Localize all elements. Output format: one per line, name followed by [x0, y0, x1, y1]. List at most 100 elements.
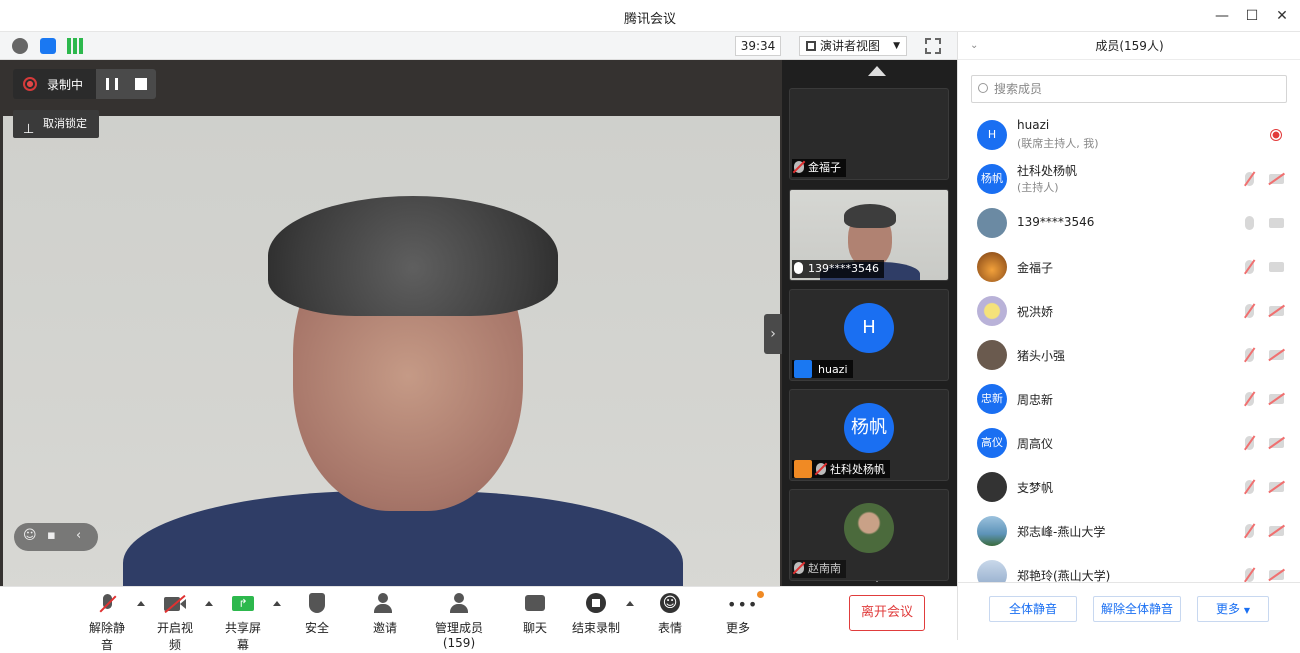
layout-icon — [806, 41, 816, 51]
mic-off-icon[interactable] — [1245, 568, 1254, 582]
share-options-caret[interactable] — [273, 601, 281, 606]
collapse-left-icon[interactable]: ‹ — [76, 528, 81, 543]
member-row[interactable]: 郑艳玲(燕山大学) — [958, 553, 1300, 582]
camera-icon[interactable] — [1269, 218, 1284, 228]
member-row[interactable]: 祝洪娇 — [958, 289, 1300, 333]
tile-label: 金福子 — [792, 159, 846, 177]
camera-off-icon[interactable] — [1269, 482, 1284, 492]
end-recording-label: 结束录制 — [572, 621, 621, 635]
avatar — [977, 208, 1007, 238]
panel-more-button[interactable]: 更多 ▼ — [1197, 596, 1269, 622]
unmute-button[interactable]: 解除静音 — [84, 593, 130, 653]
members-panel-footer: 全体静音 解除全体静音 更多 ▼ — [958, 582, 1300, 640]
member-name: 周忠新 — [1017, 393, 1054, 407]
reactions-button[interactable]: ☺ 表情 — [653, 593, 687, 636]
unpin-button[interactable]: ⊥ 取消锁定 — [13, 110, 99, 138]
signal-icon[interactable] — [67, 38, 83, 54]
mute-all-button[interactable]: 全体静音 — [989, 596, 1077, 622]
camera-off-icon[interactable] — [1269, 394, 1284, 404]
camera-off-icon[interactable] — [1269, 438, 1284, 448]
invite-button[interactable]: 邀请 — [368, 593, 402, 636]
chat-button[interactable]: 聊天 — [518, 593, 552, 636]
member-row[interactable]: 139****3546 — [958, 201, 1300, 245]
collapse-rail-button[interactable]: › — [764, 314, 782, 354]
member-row[interactable]: 郑志峰-燕山大学 — [958, 509, 1300, 553]
member-row[interactable]: 高仪 周高仪 — [958, 421, 1300, 465]
bottom-toolbar: 解除静音 开启视频 ↱ 共享屏幕 安全 邀请 管理成员(159) 聊天 结束录制… — [0, 586, 957, 652]
minimize-button[interactable]: — — [1211, 6, 1233, 26]
mic-off-icon[interactable] — [1245, 348, 1254, 362]
member-row[interactable]: 支梦帆 — [958, 465, 1300, 509]
member-row[interactable]: 金福子 — [958, 245, 1300, 289]
tile-name: 139****3546 — [808, 262, 879, 275]
manage-members-button[interactable]: 管理成员(159) — [420, 593, 498, 650]
info-icon[interactable] — [12, 38, 28, 54]
manage-members-label: 管理成员(159) — [434, 621, 483, 650]
caret-down-icon: ▼ — [1243, 606, 1250, 615]
participant-tile[interactable]: 赵南南 — [789, 489, 949, 581]
search-placeholder: 搜索成员 — [994, 82, 1043, 96]
chat-bubble-icon[interactable]: ▪ — [47, 528, 56, 543]
mic-off-icon[interactable] — [1245, 304, 1254, 318]
avatar — [977, 340, 1007, 370]
member-list-clip: 郑艳玲(燕山大学) — [958, 553, 1300, 582]
close-button[interactable]: ✕ — [1271, 6, 1293, 26]
camera-off-icon[interactable] — [1269, 306, 1284, 316]
member-name: 猪头小强 — [1017, 349, 1066, 363]
mic-off-icon[interactable] — [1245, 260, 1254, 274]
members-panel: ⌄ 成员(159人) 搜索成员 H huazi (联席主持人, 我) 杨帆 社科… — [957, 32, 1300, 640]
pause-recording-icon[interactable] — [106, 78, 118, 90]
mic-off-icon[interactable] — [1245, 392, 1254, 406]
security-label: 安全 — [304, 621, 329, 635]
chevron-down-icon[interactable]: ⌄ — [970, 32, 978, 60]
mic-off-icon[interactable] — [1245, 436, 1254, 450]
mic-off-icon[interactable] — [1245, 480, 1254, 494]
scroll-up-icon[interactable] — [868, 66, 886, 76]
member-name: 祝洪娇 — [1017, 305, 1054, 319]
camera-off-icon[interactable] — [1269, 174, 1284, 184]
maximize-button[interactable]: ☐ — [1241, 6, 1263, 26]
video-options-caret[interactable] — [205, 601, 213, 606]
stop-recording-icon[interactable] — [135, 78, 147, 90]
shield-icon[interactable] — [40, 38, 56, 54]
leave-meeting-button[interactable]: 离开会议 — [849, 595, 925, 631]
record-options-caret[interactable] — [626, 601, 634, 606]
end-recording-button[interactable]: 结束录制 — [572, 593, 620, 636]
camera-off-icon[interactable] — [1269, 570, 1284, 580]
more-button[interactable]: ••• 更多 — [721, 591, 764, 636]
participant-tile[interactable]: H huazi — [789, 289, 949, 381]
participant-tile[interactable]: 杨帆 社科处杨帆 — [789, 389, 949, 481]
security-button[interactable]: 安全 — [300, 593, 334, 636]
member-row[interactable]: 猪头小强 — [958, 333, 1300, 377]
share-screen-button[interactable]: ↱ 共享屏幕 — [220, 593, 266, 653]
avatar: 高仪 — [977, 428, 1007, 458]
participant-tile[interactable]: 金福子 — [789, 88, 949, 180]
mic-options-caret[interactable] — [137, 601, 145, 606]
fullscreen-icon[interactable] — [925, 38, 941, 54]
speaker-hair — [268, 196, 558, 316]
camera-icon[interactable] — [1269, 262, 1284, 272]
reactions-label: 表情 — [657, 621, 682, 635]
camera-off-icon[interactable] — [1269, 350, 1284, 360]
title-bar: 腾讯会议 — ☐ ✕ — [0, 0, 1300, 32]
recording-controls — [96, 69, 156, 99]
mic-off-icon[interactable] — [1245, 172, 1254, 186]
member-search-input[interactable]: 搜索成员 — [971, 75, 1287, 103]
recording-indicator-icon — [1270, 129, 1282, 141]
emoji-icon[interactable]: ☺ — [23, 528, 37, 543]
unmute-all-button[interactable]: 解除全体静音 — [1093, 596, 1181, 622]
member-row[interactable]: 杨帆 社科处杨帆 (主持人) — [958, 157, 1300, 201]
camera-off-icon[interactable] — [1269, 526, 1284, 536]
reaction-bar: ☺ ▪ ‹ — [14, 523, 98, 551]
mic-off-icon[interactable] — [1245, 524, 1254, 538]
stop-record-icon — [585, 593, 607, 615]
mic-icon[interactable] — [1245, 216, 1254, 230]
member-row[interactable]: H huazi (联席主持人, 我) — [958, 113, 1300, 157]
avatar — [977, 560, 1007, 582]
tile-label: 139****3546 — [792, 260, 884, 278]
view-switch-button[interactable]: 演讲者视图 ▼ — [799, 36, 907, 56]
participant-tile[interactable]: 139****3546 — [789, 189, 949, 281]
member-row[interactable]: 忠新 周忠新 — [958, 377, 1300, 421]
start-video-button[interactable]: 开启视频 — [152, 593, 198, 653]
member-name: 139****3546 — [1017, 215, 1095, 229]
